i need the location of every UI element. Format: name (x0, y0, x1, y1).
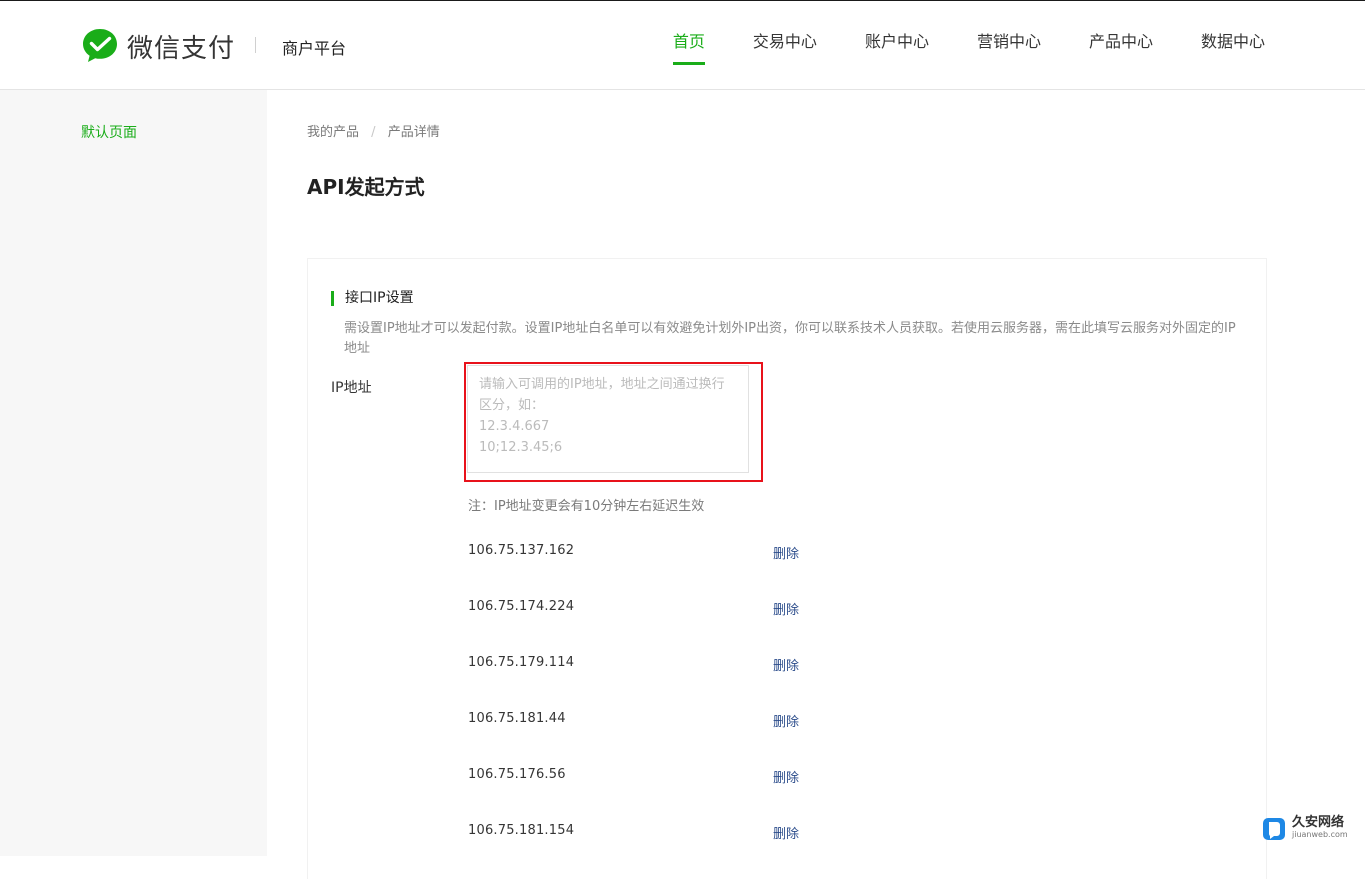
ip-list-item: 106.75.176.56 删除 (468, 767, 848, 787)
ip-list-item: 106.75.174.224 删除 (468, 599, 848, 619)
page-title: API发起方式 (307, 175, 425, 199)
delete-ip-link[interactable]: 删除 (773, 711, 799, 730)
nav-marketing-center[interactable]: 营销中心 (977, 1, 1041, 89)
breadcrumb-my-products[interactable]: 我的产品 (307, 125, 359, 140)
platform-name: 商户平台 (282, 39, 347, 58)
sidebar-item-default-page[interactable]: 默认页面 (81, 122, 137, 142)
ip-address-input[interactable] (467, 365, 749, 473)
delete-ip-link[interactable]: 删除 (773, 599, 799, 618)
ip-list-item: 106.75.137.162 删除 (468, 543, 848, 563)
ip-list-item: 106.75.181.154 删除 (468, 823, 848, 843)
ip-address-label: IP地址 (331, 380, 372, 396)
ip-list-item: 106.75.179.114 删除 (468, 655, 848, 675)
ip-address-value: 106.75.176.56 (468, 767, 566, 782)
ip-address-value: 106.75.181.154 (468, 823, 575, 838)
delete-ip-link[interactable]: 删除 (773, 767, 799, 786)
ip-settings-card: 接口IP设置 需设置IP地址才可以发起付款。设置IP地址白名单可以有效避免计划外… (307, 258, 1267, 879)
watermark-logo-icon (1263, 818, 1285, 840)
breadcrumb-product-detail: 产品详情 (387, 125, 440, 140)
wechat-pay-logo[interactable]: 微信支付 (81, 26, 235, 66)
section-description: 需设置IP地址才可以发起付款。设置IP地址白名单可以有效避免计划外IP出资，你可… (344, 321, 1236, 356)
watermark-name: 久安网络 (1292, 815, 1345, 830)
delete-ip-link[interactable]: 删除 (773, 543, 799, 562)
breadcrumb: 我的产品 / 产品详情 (307, 121, 440, 140)
watermark-domain: jiuanweb.com (1292, 830, 1348, 839)
ip-change-note: 注：IP地址变更会有10分钟左右延迟生效 (468, 499, 705, 514)
ip-list-item: 106.75.181.44 删除 (468, 711, 848, 731)
main-nav: 首页 交易中心 账户中心 营销中心 产品中心 数据中心 (625, 1, 1265, 89)
nav-home[interactable]: 首页 (672, 1, 705, 89)
nav-trade-center[interactable]: 交易中心 (753, 1, 817, 89)
sidebar: 默认页面 (0, 90, 267, 856)
nav-product-center[interactable]: 产品中心 (1089, 1, 1153, 89)
ip-address-value: 106.75.181.44 (468, 711, 566, 726)
brand-name: 微信支付 (127, 33, 236, 64)
site-watermark: 久安网络 jiuanweb.com (1262, 815, 1348, 841)
top-header: 微信支付 商户平台 首页 交易中心 账户中心 营销中心 产品中心 数据中心 (0, 1, 1365, 90)
ip-address-value: 106.75.137.162 (468, 543, 575, 558)
wechat-pay-logo-icon (83, 29, 117, 62)
breadcrumb-separator: / (371, 125, 376, 140)
ip-address-value: 106.75.179.114 (468, 655, 575, 670)
nav-account-center[interactable]: 账户中心 (865, 1, 929, 89)
header-divider (255, 37, 256, 53)
nav-data-center[interactable]: 数据中心 (1201, 1, 1265, 89)
delete-ip-link[interactable]: 删除 (773, 823, 799, 842)
ip-address-value: 106.75.174.224 (468, 599, 575, 614)
delete-ip-link[interactable]: 删除 (773, 655, 799, 674)
watermark-text: 久安网络 jiuanweb.com (1292, 815, 1348, 841)
section-title: 接口IP设置 (331, 291, 414, 306)
